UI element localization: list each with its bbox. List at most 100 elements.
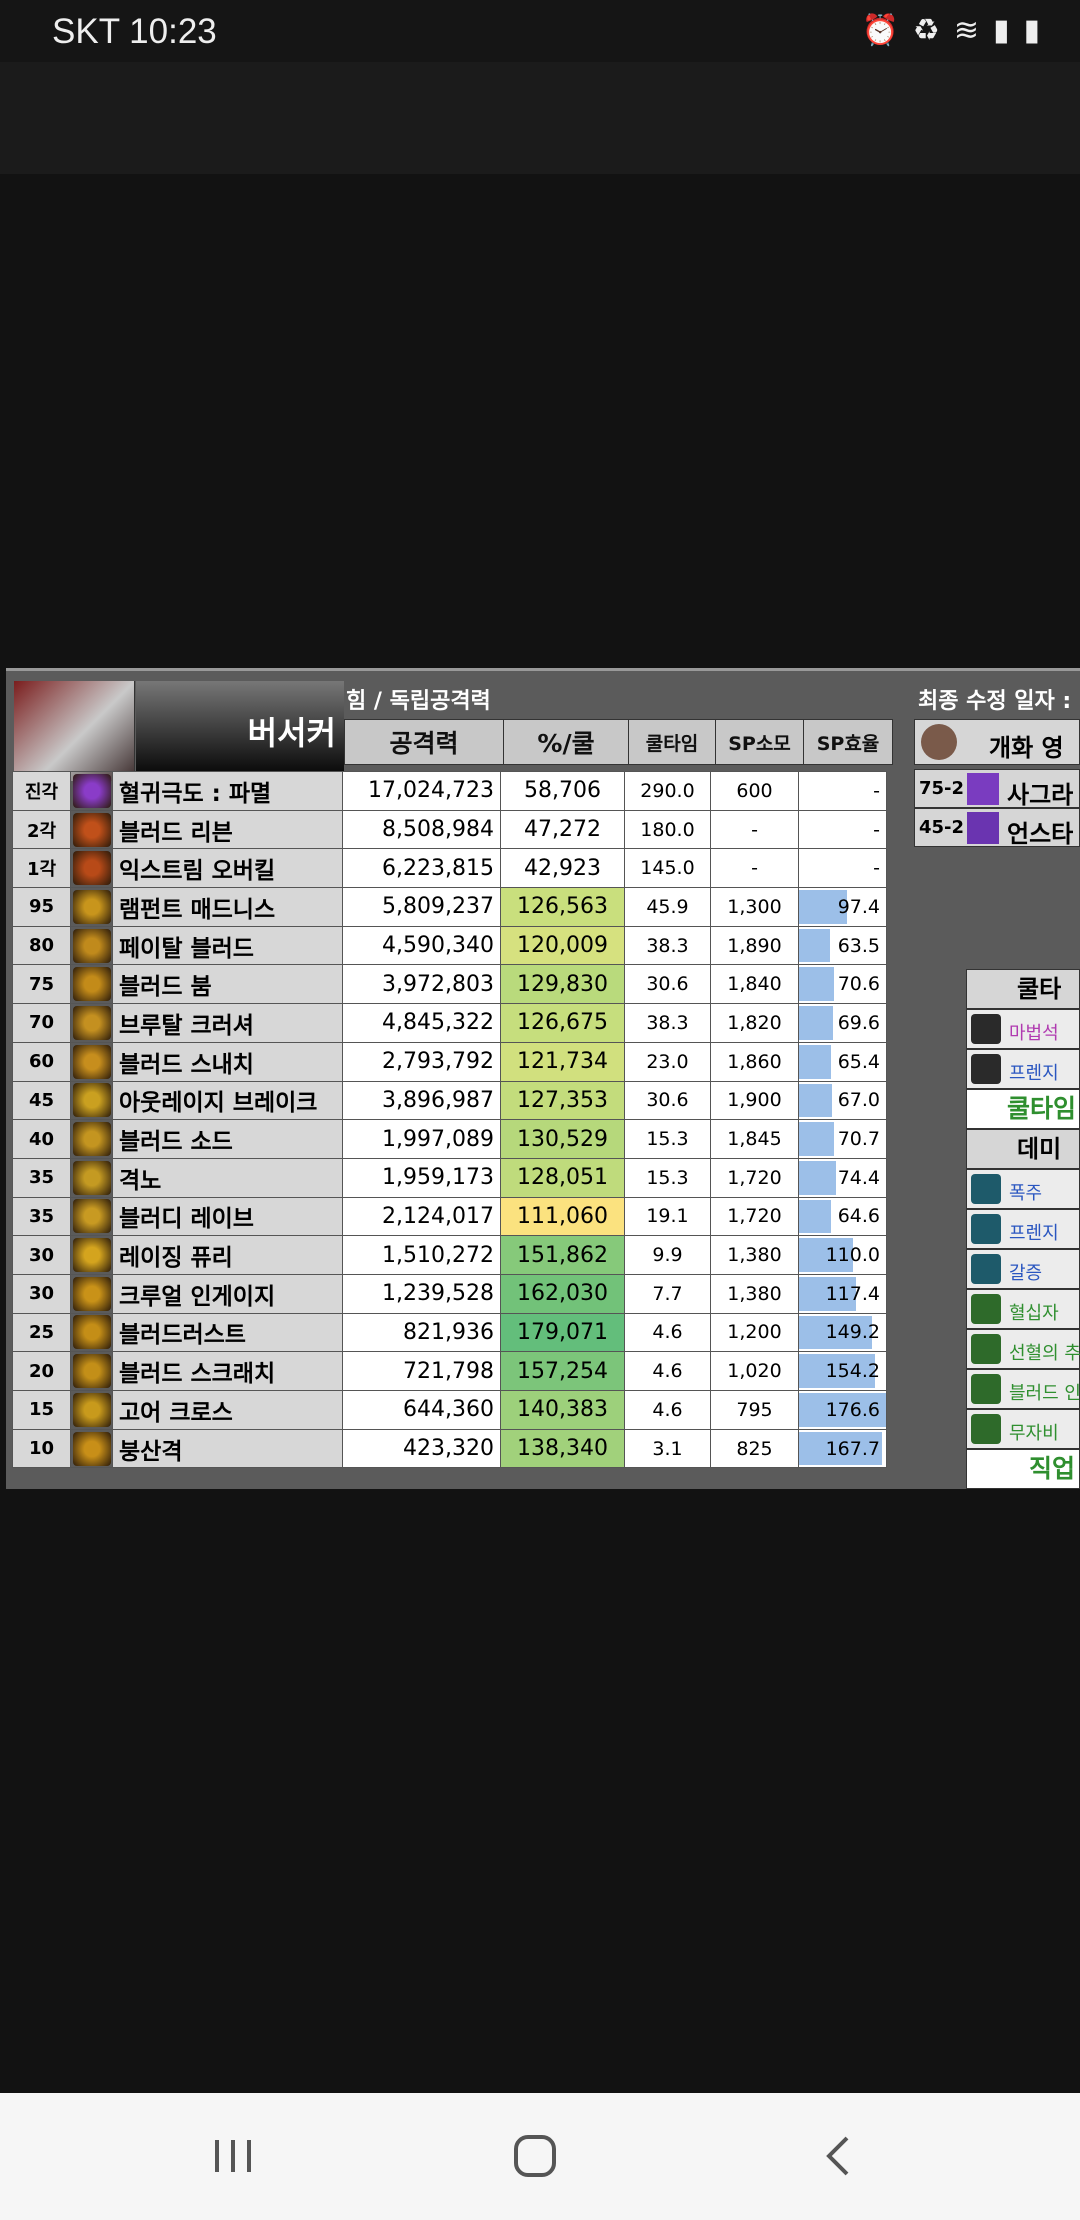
skill-attack: 3,896,987 (342, 1080, 501, 1121)
skill-name: 브루탈 크러셔 (112, 1003, 343, 1043)
skill-sp-efficiency: 110.0 (798, 1235, 887, 1275)
skill-icon (72, 1083, 111, 1118)
skill-name: 블러드 소드 (112, 1119, 343, 1159)
skill-icon-cell (70, 964, 113, 1005)
skill-icon-cell (70, 1312, 113, 1353)
navigation-bar (0, 2093, 1080, 2220)
skill-sp-efficiency: 97.4 (798, 887, 887, 927)
sp-efficiency-bar (799, 967, 834, 1002)
skill-sp-cost: 1,890 (710, 925, 799, 966)
skill-attack: 1,239,528 (342, 1273, 501, 1314)
skill-icon (72, 812, 111, 847)
skill-cooltime: 38.3 (624, 1003, 711, 1043)
skill-sp-efficiency: 176.6 (798, 1390, 887, 1430)
table-row: 30 레이징 퓨리 1,510,272 151,862 9.9 1,380 110.0 (12, 1235, 887, 1275)
skill-sp-cost: - (710, 848, 799, 889)
skill-name: 레이징 퓨리 (112, 1235, 343, 1275)
table-row: 35 격노 1,959,173 128,051 15.3 1,720 74.4 (12, 1157, 887, 1198)
skill-icon-cell (70, 1041, 113, 1082)
skill-sp-efficiency: 69.6 (798, 1003, 887, 1043)
skill-attack: 3,972,803 (342, 964, 501, 1005)
skill-level: 80 (12, 925, 71, 966)
skill-icon (72, 1160, 111, 1195)
table-row: 95 램펀트 매드니스 5,809,237 126,563 45.9 1,300 97.4 (12, 887, 887, 927)
damage-item-icon (971, 1254, 1001, 1284)
skill-icon-cell (70, 1003, 113, 1043)
skill-cooltime: 290.0 (624, 771, 711, 811)
spreadsheet-image[interactable]: 버서커 힘 / 독립공격력 최종 수정 일자 : 공격력 %/쿨 쿨타임 SP소… (6, 668, 1080, 1489)
damage-item: 혈십자 (966, 1289, 1080, 1329)
skill-sp-efficiency: - (798, 809, 887, 850)
skill-pct-per-cool: 47,272 (500, 809, 625, 850)
skill-pct-per-cool: 42,923 (500, 848, 625, 889)
skill-sp-cost: 1,200 (710, 1312, 799, 1353)
recent-apps-button[interactable] (198, 2121, 268, 2191)
awaken-icon (921, 724, 957, 760)
status-bar: SKT 10:23 ⏰ ♻ ≋ ▮ ▮ (0, 0, 1080, 62)
cool-item: 프렌지 (966, 1049, 1080, 1089)
skill-attack: 821,936 (342, 1312, 501, 1353)
skill-level: 35 (12, 1196, 71, 1237)
modified-date-label: 최종 수정 일자 : (918, 689, 1072, 714)
table-row: 2각 블러드 리븐 8,508,984 47,272 180.0- - (12, 809, 887, 850)
table-row: 45 아웃레이지 브레이크 3,896,987 127,353 30.6 1,900 67.… (12, 1080, 887, 1121)
skill-cooltime: 4.6 (624, 1390, 711, 1430)
skill-icon-cell (70, 887, 113, 927)
skill-sp-efficiency: 149.2 (798, 1312, 887, 1353)
skill-cooltime: 180.0 (624, 809, 711, 850)
back-button[interactable] (804, 2121, 874, 2191)
skill-attack: 5,809,237 (342, 887, 501, 927)
skill-sp-efficiency: - (798, 771, 887, 811)
cool-item: 마법석 (966, 1009, 1080, 1049)
skill-icon (72, 773, 111, 808)
skill-sp-efficiency: 70.6 (798, 964, 887, 1005)
skill-icon-cell (70, 848, 113, 889)
skill-cooltime: 23.0 (624, 1041, 711, 1082)
skill-level: 진각 (12, 771, 71, 811)
damage-item: 선혈의 추 (966, 1329, 1080, 1369)
skill-sp-cost: 1,720 (710, 1196, 799, 1237)
skill-icon (72, 1315, 111, 1350)
skill-pct-per-cool: 121,734 (500, 1041, 625, 1082)
skill-sp-efficiency: 117.4 (798, 1273, 887, 1314)
skill-level: 70 (12, 1003, 71, 1043)
skill-level: 15 (12, 1390, 71, 1430)
home-icon (514, 2135, 556, 2177)
table-row: 70 브루탈 크러셔 4,845,322 126,675 38.3 1,820 69.6 (12, 1003, 887, 1043)
skill-sp-efficiency: 70.7 (798, 1119, 887, 1159)
skill-level: 10 (12, 1428, 71, 1469)
skill-sp-efficiency: - (798, 848, 887, 889)
table-row: 1각 익스트림 오버킬 6,223,815 42,923 145.0- - (12, 848, 887, 889)
skill-attack: 8,508,984 (342, 809, 501, 850)
skill-icon-cell (70, 1119, 113, 1159)
damage-item-icon (971, 1374, 1001, 1404)
damage-item: 프렌지 (966, 1209, 1080, 1249)
skill-sp-efficiency: 167.7 (798, 1428, 887, 1469)
home-button[interactable] (500, 2121, 570, 2191)
skill-table: 진각 혈귀극도 : 파멸 17,024,723 58,706 290.0 600-2각 블러… (12, 771, 887, 1469)
header-sp-cost: SP소모 (715, 719, 804, 765)
skill-pct-per-cool: 127,353 (500, 1080, 625, 1121)
skill-icon (72, 1431, 111, 1466)
skill-name: 크루얼 인게이지 (112, 1273, 343, 1314)
skill-sp-cost: 1,840 (710, 964, 799, 1005)
skill-pct-per-cool: 126,563 (500, 887, 625, 927)
skill-level: 40 (12, 1119, 71, 1159)
sp-efficiency-bar (799, 928, 831, 963)
skill-sp-cost: 795 (710, 1390, 799, 1430)
skill-sp-efficiency: 67.0 (798, 1080, 887, 1121)
header-cooltime: 쿨타임 (628, 719, 716, 765)
skill-pct-per-cool: 120,009 (500, 925, 625, 966)
skill-sp-efficiency: 65.4 (798, 1041, 887, 1082)
skill-level: 45 (12, 1080, 71, 1121)
skill-pct-per-cool: 126,675 (500, 1003, 625, 1043)
skill-level: 2각 (12, 809, 71, 850)
skill-attack: 721,798 (342, 1351, 501, 1391)
skill-cooltime: 30.6 (624, 1080, 711, 1121)
skill-attack: 2,793,792 (342, 1041, 501, 1082)
skill-icon (72, 851, 111, 886)
skill-attack: 423,320 (342, 1428, 501, 1469)
skill-icon-cell (70, 1428, 113, 1469)
table-row: 40 블러드 소드 1,997,089 130,529 15.3 1,845 70.7 (12, 1119, 887, 1159)
skill-attack: 4,590,340 (342, 925, 501, 966)
